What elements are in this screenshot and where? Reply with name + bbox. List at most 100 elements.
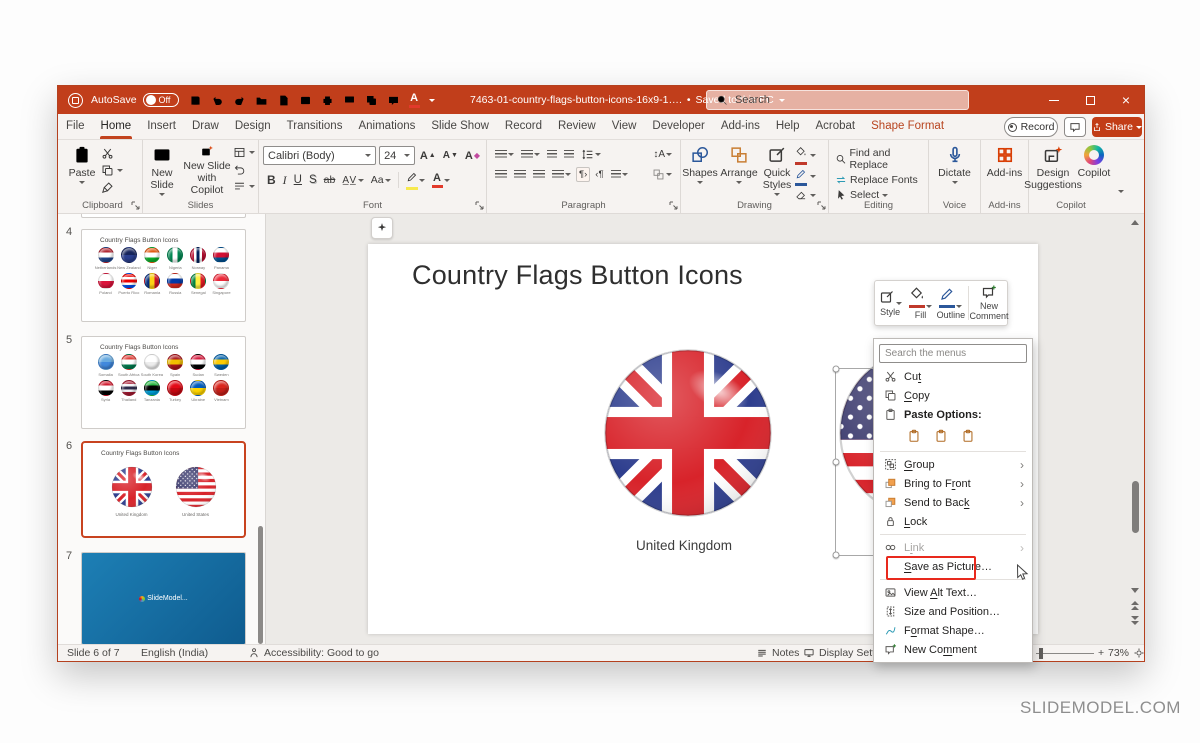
menu-item-paste-options[interactable]: Paste Options: [874,405,1032,424]
maximize-button[interactable] [1072,86,1108,114]
cut-icon[interactable] [101,147,114,160]
uk-flag-button[interactable] [601,346,775,520]
menu-search-input[interactable] [885,348,1021,359]
panel-scrollbar-thumb[interactable] [258,526,263,644]
menu-item-copy[interactable]: Copy [874,386,1032,405]
menu-item-view-alt-text[interactable]: View Alt Text… [874,583,1032,602]
menu-item-bring-to-front[interactable]: Bring to Front› [874,474,1032,493]
quick-styles-button[interactable]: Quick Styles [759,140,795,196]
decrease-font-size-button[interactable]: A▼ [441,149,460,162]
new-slide-button[interactable]: New Slide [143,140,181,196]
tab-shape-format[interactable]: Shape Format [863,114,952,139]
menu-item-format-shape[interactable]: Format Shape… [874,621,1032,640]
underline-button[interactable]: U [292,173,304,187]
search-bar[interactable] [706,90,969,110]
chevron-down-icon[interactable] [117,169,123,172]
scrollbar-thumb[interactable] [1132,481,1139,533]
tab-design[interactable]: Design [227,114,279,139]
slide-4-thumbnail[interactable]: Country Flags Button Icons NetherlandsNe… [81,229,246,322]
selection-handle[interactable] [833,459,840,466]
selection-handle[interactable] [833,366,840,373]
italic-button[interactable]: I [281,172,289,189]
copy-icon[interactable] [365,94,378,107]
menu-item-new-comment[interactable]: New Comment [874,640,1032,659]
tab-acrobat[interactable]: Acrobat [808,114,864,139]
section-icon[interactable] [233,180,246,193]
selection-handle[interactable] [833,552,840,559]
save-icon[interactable] [189,94,202,107]
redo-icon[interactable] [233,94,246,107]
comment-icon[interactable] [387,94,400,107]
zoom-slider-thumb[interactable] [1039,648,1043,659]
clear-formatting-button[interactable]: A◆ [463,149,482,163]
slide-layout-icon[interactable] [233,146,246,159]
share-button[interactable]: Share [1092,117,1142,137]
decrease-indent-button[interactable] [545,149,559,160]
convert-to-smartart-button[interactable] [650,167,674,182]
copilot-button[interactable]: Copilot [1077,140,1111,196]
tab-record[interactable]: Record [497,114,550,139]
format-painter-icon[interactable] [101,181,114,194]
font-size-combo[interactable]: 24 [379,146,415,165]
dialog-launcher-icon[interactable] [817,201,826,210]
paste-button[interactable]: Paste [63,140,101,196]
slideshow-icon[interactable] [343,94,356,107]
tab-developer[interactable]: Developer [644,114,712,139]
shape-fill-icon[interactable] [795,146,807,158]
align-left-button[interactable] [493,169,509,180]
tab-transitions[interactable]: Transitions [279,114,351,139]
menu-item-save-as-picture[interactable]: Save as Picture… [874,557,1032,576]
tab-file[interactable]: File [58,114,93,139]
shape-outline-icon[interactable] [795,168,807,180]
increase-font-size-button[interactable]: A▲ [418,149,438,163]
tab-review[interactable]: Review [550,114,604,139]
shapes-button[interactable]: Shapes [681,140,719,196]
dialog-launcher-icon[interactable] [475,201,484,210]
character-spacing-button[interactable]: A̲V̲ [340,174,365,187]
slide-7-thumbnail[interactable]: SlideModel... [81,552,246,645]
copy-icon[interactable] [101,164,114,177]
menu-item-send-to-back[interactable]: Send to Back› [874,493,1032,512]
design-suggestions-button[interactable]: Design Suggestions [1029,140,1077,196]
tab-draw[interactable]: Draw [184,114,227,139]
menu-item-cut[interactable]: Cut [874,367,1032,386]
zoom-slider[interactable] [1036,653,1094,654]
slide-title[interactable]: Country Flags Button Icons [412,260,743,291]
align-right-button[interactable] [531,169,547,180]
export-image-icon[interactable] [299,94,312,107]
arrange-button[interactable]: Arrange [719,140,759,196]
qat-overflow-chevron-icon[interactable] [429,99,435,102]
designer-button[interactable] [371,217,393,239]
text-direction-button[interactable]: ↕A [651,148,674,161]
menu-item-group[interactable]: Group› [874,455,1032,474]
rtl-direction-button[interactable]: ‹¶ [593,168,605,181]
line-spacing-button[interactable] [579,147,603,162]
dialog-launcher-icon[interactable] [669,201,678,210]
accessibility-status[interactable]: Accessibility: Good to go [248,645,379,661]
numbering-button[interactable] [519,149,542,160]
paste-keep-text-only-button[interactable] [958,426,978,445]
zoom-level[interactable]: 73% [1108,645,1129,661]
highlight-color-button[interactable] [404,170,427,191]
notes-button[interactable]: Notes [756,645,799,661]
font-color-icon[interactable]: A [409,93,420,108]
columns-button[interactable] [609,169,630,180]
search-input[interactable] [735,94,935,106]
comments-button[interactable] [1064,117,1086,137]
tab-insert[interactable]: Insert [139,114,184,139]
tab-home[interactable]: Home [93,114,140,139]
zoom-in-button[interactable]: + [1098,645,1104,661]
slide-3-thumbnail-edge[interactable] [81,214,246,218]
collapse-ribbon-chevron-icon[interactable] [1118,190,1124,193]
reset-slide-icon[interactable] [233,163,246,176]
replace-fonts-button[interactable]: Replace Fonts [835,174,928,186]
paste-keep-source-formatting-button[interactable] [904,426,924,445]
menu-search-box[interactable] [879,344,1027,363]
fit-to-window-button[interactable] [1133,645,1145,661]
menu-item-size-and-position[interactable]: Size and Position… [874,602,1032,621]
tab-view[interactable]: View [604,114,645,139]
autosave-toggle[interactable]: Off [143,93,179,107]
slide-5-thumbnail[interactable]: Country Flags Button Icons SomaliaSouth … [81,336,246,429]
new-comment-button[interactable]: New Comment [971,284,1007,322]
tab-animations[interactable]: Animations [350,114,423,139]
